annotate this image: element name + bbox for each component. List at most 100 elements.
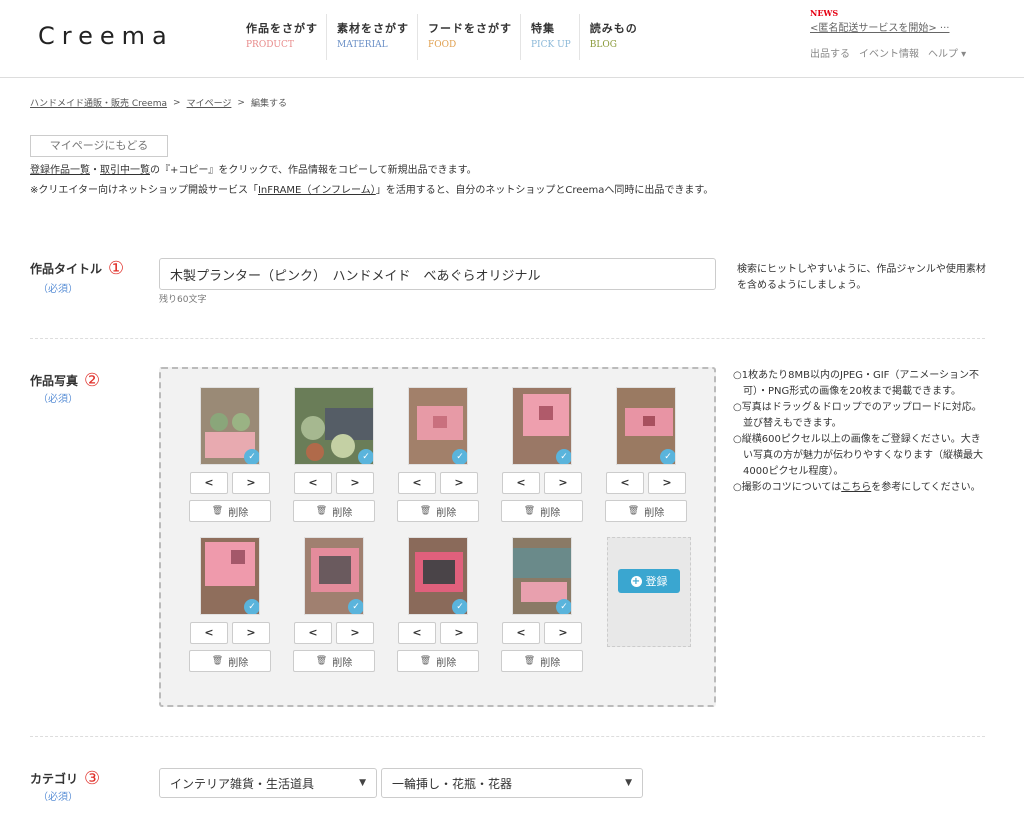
category-select-sub[interactable]: 一輪挿し・花瓶・花器 ▼: [381, 768, 643, 798]
move-left-button[interactable]: <: [294, 622, 332, 644]
nav-blog-jp: 読みもの: [589, 22, 638, 35]
delete-photo-button[interactable]: 🗑 削除: [293, 500, 375, 522]
move-right-button[interactable]: >: [544, 622, 582, 644]
move-right-button[interactable]: >: [336, 622, 374, 644]
photo-thumbnail[interactable]: ✓: [294, 387, 374, 465]
subnav-help[interactable]: ヘルプ ▾: [928, 45, 966, 60]
nav-pickup-jp: 特集: [531, 22, 555, 35]
nav-food-en: FOOD: [428, 40, 457, 50]
nav-blog[interactable]: 読みもの BLOG: [580, 14, 646, 60]
delete-photo-button[interactable]: 🗑 削除: [189, 500, 271, 522]
move-right-button[interactable]: >: [232, 472, 270, 494]
nav-product-en: PRODUCT: [246, 40, 294, 50]
delete-label: 削除: [436, 507, 457, 519]
nav-food[interactable]: フードをさがす FOOD: [418, 14, 521, 60]
listed-items-link[interactable]: 登録作品一覧: [30, 165, 90, 176]
header-subnav: 出品する イベント情報 ヘルプ ▾: [810, 45, 1010, 60]
move-left-button[interactable]: <: [398, 622, 436, 644]
delete-photo-button[interactable]: 🗑 削除: [397, 650, 479, 672]
inframe-link[interactable]: InFRAME（インフレーム）: [258, 185, 376, 196]
title-input[interactable]: [159, 258, 716, 290]
delete-label: 削除: [540, 657, 561, 669]
nav-product[interactable]: 作品をさがす PRODUCT: [236, 14, 327, 60]
photo-thumbnail[interactable]: ✓: [304, 537, 364, 615]
photo-thumbnail[interactable]: ✓: [408, 537, 468, 615]
delete-photo-button[interactable]: 🗑 削除: [605, 500, 687, 522]
back-to-mypage-button[interactable]: マイページにもどる: [30, 135, 168, 157]
photo-hint: ○縦横600ピクセル以上の画像をご登録ください。大きい写真の方が魅力が伝わりやす…: [733, 434, 983, 477]
check-icon: ✓: [348, 599, 363, 614]
trash-icon: 🗑: [627, 506, 640, 516]
nav-pickup[interactable]: 特集 PICK UP: [521, 14, 580, 60]
trash-icon: 🗑: [523, 506, 536, 516]
trash-icon: 🗑: [523, 656, 536, 666]
move-left-button[interactable]: <: [398, 472, 436, 494]
section-divider: [30, 338, 985, 339]
intro-line2-pre: ※クリエイター向けネットショップ開設サービス「: [30, 185, 258, 196]
delete-photo-button[interactable]: 🗑 削除: [501, 650, 583, 672]
move-right-button[interactable]: >: [544, 472, 582, 494]
nav-material-en: MATERIAL: [337, 40, 388, 50]
upload-button[interactable]: + 登録: [618, 569, 680, 593]
step-number-3: ③: [84, 768, 101, 789]
move-left-button[interactable]: <: [294, 472, 332, 494]
news-box: NEWS <匿名配送サービスを開始> ··· 出品する イベント情報 ヘルプ ▾: [810, 8, 1010, 60]
in-progress-link[interactable]: 取引中一覧: [100, 165, 150, 176]
nav-material[interactable]: 素材をさがす MATERIAL: [327, 14, 418, 60]
photo-thumbnail[interactable]: ✓: [200, 537, 260, 615]
title-label: 作品タイトル ①: [30, 258, 124, 279]
move-right-button[interactable]: >: [440, 472, 478, 494]
check-icon: ✓: [452, 599, 467, 614]
check-icon: ✓: [556, 449, 571, 464]
category-select-main-value: インテリア雑貨・生活道具: [170, 776, 315, 791]
photo-thumbnail[interactable]: ✓: [512, 387, 572, 465]
move-left-button[interactable]: <: [606, 472, 644, 494]
title-remaining-count: 残り60文字: [159, 295, 207, 305]
photo-thumbnail[interactable]: ✓: [616, 387, 676, 465]
move-left-button[interactable]: <: [502, 472, 540, 494]
check-icon: ✓: [358, 449, 373, 464]
breadcrumb-mypage[interactable]: マイページ: [187, 96, 232, 109]
photo-thumbnail[interactable]: ✓: [408, 387, 468, 465]
subnav-sell[interactable]: 出品する: [810, 45, 850, 60]
move-right-button[interactable]: >: [648, 472, 686, 494]
delete-label: 削除: [228, 657, 249, 669]
nav-blog-en: BLOG: [589, 40, 617, 50]
photo-slot: ✓ < > 🗑 削除: [501, 387, 583, 522]
move-left-button[interactable]: <: [190, 472, 228, 494]
delete-photo-button[interactable]: 🗑 削除: [397, 500, 479, 522]
delete-photo-button[interactable]: 🗑 削除: [189, 650, 271, 672]
delete-photo-button[interactable]: 🗑 削除: [293, 650, 375, 672]
trash-icon: 🗑: [419, 656, 432, 666]
check-icon: ✓: [660, 449, 675, 464]
news-link[interactable]: <匿名配送サービスを開始> ···: [810, 19, 1010, 34]
subnav-events[interactable]: イベント情報: [859, 45, 919, 60]
move-left-button[interactable]: <: [502, 622, 540, 644]
breadcrumb-separator: >: [237, 97, 245, 108]
hint4-pre: ○撮影のコツについては: [733, 482, 842, 493]
delete-label: 削除: [228, 507, 249, 519]
photo-slot: ✓ < > 🗑 削除: [397, 537, 479, 672]
site-header: Creema 作品をさがす PRODUCT 素材をさがす MATERIAL フー…: [0, 0, 1024, 78]
move-right-button[interactable]: >: [336, 472, 374, 494]
nav-material-jp: 素材をさがす: [337, 22, 409, 35]
move-right-button[interactable]: >: [440, 622, 478, 644]
upload-tile[interactable]: + 登録: [607, 537, 691, 647]
plus-icon: +: [630, 575, 642, 587]
photo-thumbnail[interactable]: ✓: [200, 387, 260, 465]
breadcrumb-current: 編集する: [250, 99, 287, 109]
move-left-button[interactable]: <: [190, 622, 228, 644]
move-right-button[interactable]: >: [232, 622, 270, 644]
photo-slot: ✓ < > 🗑 削除: [189, 387, 271, 522]
breadcrumb-home[interactable]: ハンドメイド通販・販売 Creema: [30, 96, 167, 109]
creema-logo[interactable]: Creema: [38, 22, 174, 50]
delete-label: 削除: [540, 507, 561, 519]
check-icon: ✓: [244, 449, 259, 464]
photo-thumbnail[interactable]: ✓: [512, 537, 572, 615]
photo-tips-link[interactable]: こちら: [841, 482, 871, 493]
upload-label: 登録: [645, 575, 668, 588]
category-select-main[interactable]: インテリア雑貨・生活道具 ▼: [159, 768, 377, 798]
delete-photo-button[interactable]: 🗑 削除: [501, 500, 583, 522]
category-label-text: カテゴリ: [30, 772, 79, 786]
photo-dropzone[interactable]: ✓ < > 🗑 削除 ✓ < > 🗑 削除 ✓ < > 🗑 削除 ✓ < > 🗑…: [159, 367, 716, 707]
